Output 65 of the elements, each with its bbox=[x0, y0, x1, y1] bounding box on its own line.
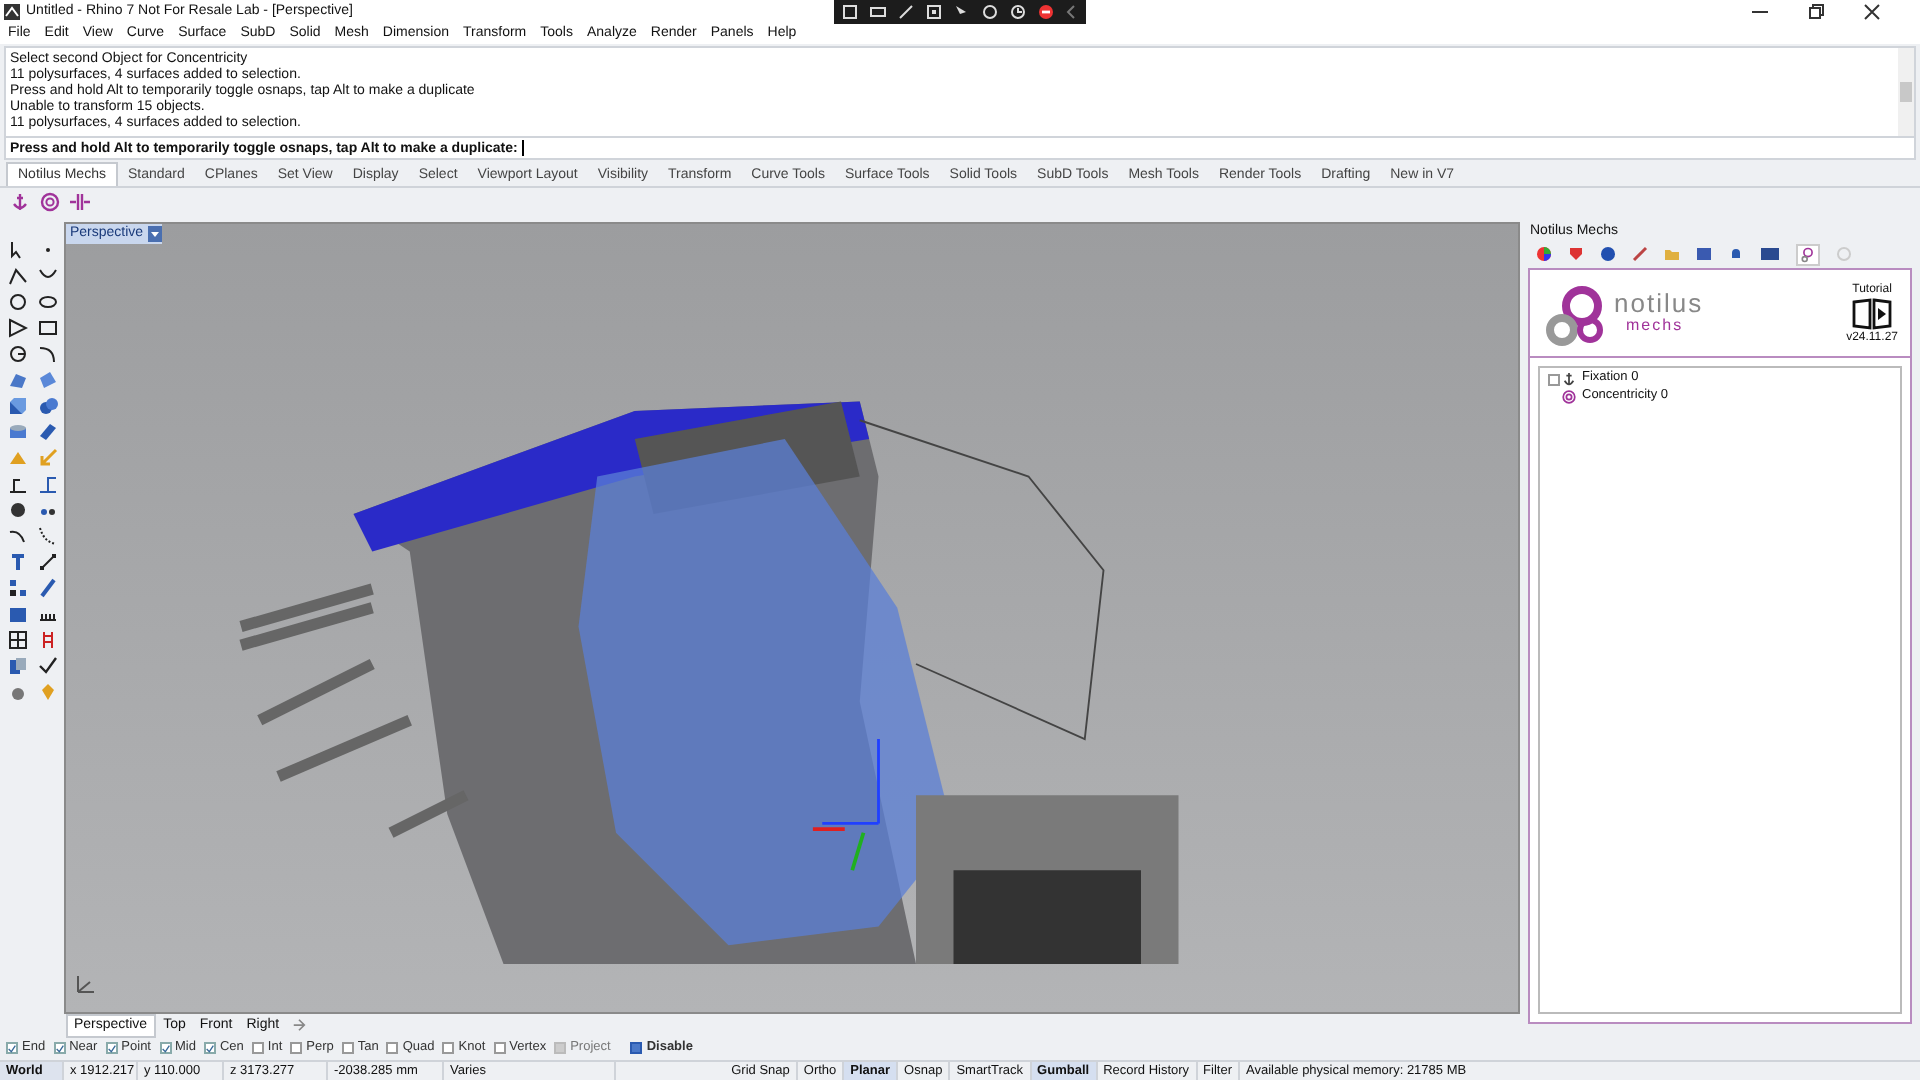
card-icon[interactable] bbox=[1760, 246, 1780, 262]
square-icon[interactable] bbox=[926, 4, 942, 20]
cube-icon[interactable] bbox=[7, 395, 27, 415]
close-icon[interactable] bbox=[1864, 3, 1880, 19]
curve-icon[interactable] bbox=[37, 525, 57, 545]
clock-icon[interactable] bbox=[1010, 4, 1026, 20]
logo-text: notilus bbox=[1614, 292, 1704, 316]
shield-icon[interactable] bbox=[1568, 246, 1584, 262]
checkbox[interactable] bbox=[341, 1042, 354, 1054]
triangle-icon[interactable] bbox=[7, 317, 27, 337]
ellipse-icon[interactable] bbox=[37, 291, 57, 311]
sphere-icon[interactable] bbox=[7, 499, 27, 519]
camera-icon[interactable] bbox=[870, 4, 886, 20]
cylinder-icon[interactable] bbox=[7, 421, 27, 441]
arc-icon[interactable] bbox=[37, 343, 57, 363]
circle-icon[interactable] bbox=[7, 343, 27, 363]
target-icon[interactable] bbox=[40, 192, 60, 212]
logo-subtext: mechs bbox=[1624, 316, 1686, 334]
caret-icon[interactable] bbox=[147, 226, 162, 242]
checkbox[interactable] bbox=[105, 1042, 118, 1054]
scrollbar[interactable] bbox=[1898, 48, 1914, 136]
line-icon[interactable] bbox=[37, 551, 57, 571]
split-icon[interactable] bbox=[70, 192, 90, 212]
bell-icon[interactable] bbox=[1728, 246, 1744, 262]
arc-icon[interactable] bbox=[7, 525, 27, 545]
checkbox[interactable] bbox=[159, 1042, 171, 1054]
pen-icon[interactable] bbox=[898, 4, 914, 20]
checkbox[interactable] bbox=[6, 1042, 18, 1054]
color-wheel-icon[interactable] bbox=[1536, 246, 1552, 262]
checkbox[interactable] bbox=[442, 1042, 455, 1054]
checkbox[interactable] bbox=[1548, 373, 1560, 385]
grid-icon[interactable] bbox=[7, 577, 27, 597]
restore-icon[interactable] bbox=[1808, 3, 1824, 19]
checkbox[interactable] bbox=[203, 1042, 216, 1054]
ladder-icon[interactable] bbox=[37, 629, 57, 649]
text-icon[interactable] bbox=[7, 551, 27, 571]
target-icon bbox=[1562, 390, 1576, 404]
checkbox[interactable] bbox=[493, 1042, 506, 1054]
checkbox[interactable] bbox=[290, 1042, 303, 1054]
panel-icon[interactable] bbox=[37, 421, 57, 441]
polyline-icon[interactable] bbox=[7, 265, 27, 285]
book-icon[interactable] bbox=[1852, 297, 1893, 329]
spheres-icon[interactable] bbox=[37, 395, 57, 415]
circle-icon[interactable] bbox=[7, 291, 27, 311]
axes-icon bbox=[74, 972, 98, 996]
ruler-icon[interactable] bbox=[37, 577, 57, 597]
checkbox[interactable] bbox=[53, 1042, 66, 1054]
anchor-icon bbox=[1562, 372, 1576, 386]
check-icon[interactable] bbox=[37, 655, 57, 675]
stop-icon[interactable] bbox=[1038, 4, 1054, 20]
sphere-icon[interactable] bbox=[1600, 246, 1616, 262]
grid-icon[interactable] bbox=[7, 629, 27, 649]
checkbox[interactable] bbox=[386, 1042, 399, 1054]
layers-icon[interactable] bbox=[7, 655, 27, 675]
logo-icon[interactable] bbox=[1796, 243, 1820, 265]
chevron-icon[interactable] bbox=[1066, 4, 1076, 20]
image-icon[interactable] bbox=[1696, 246, 1712, 262]
block-icon[interactable] bbox=[7, 603, 27, 623]
dimension-icon[interactable] bbox=[7, 473, 27, 493]
checkbox[interactable] bbox=[251, 1042, 264, 1054]
rectangle-icon[interactable] bbox=[37, 317, 57, 337]
crop-icon[interactable] bbox=[842, 4, 858, 20]
anchor-icon[interactable] bbox=[10, 192, 30, 212]
checkbox[interactable] bbox=[630, 1042, 643, 1054]
brush-icon[interactable] bbox=[1632, 246, 1648, 262]
